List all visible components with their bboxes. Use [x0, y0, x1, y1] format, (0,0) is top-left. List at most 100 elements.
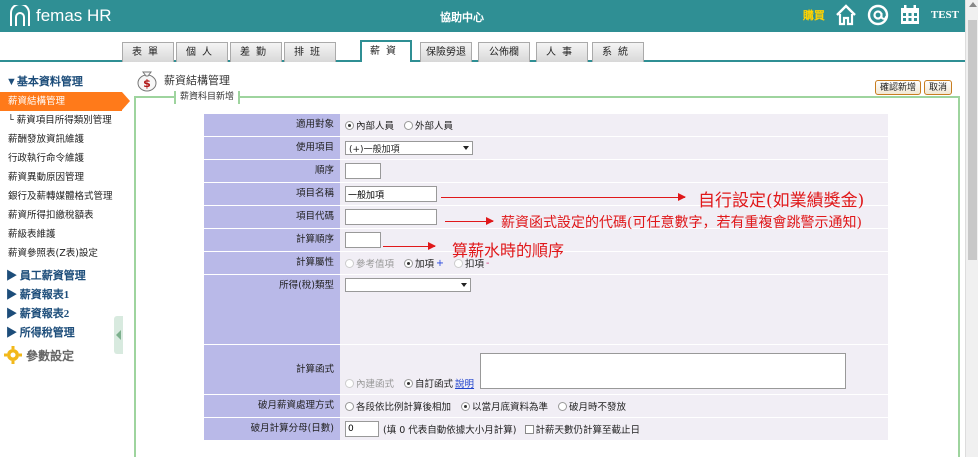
tab-attendance[interactable]: 差勤 — [230, 42, 282, 62]
calendar-icon[interactable] — [899, 4, 921, 26]
count-to-deadline-label: 計薪天數仍計算至截止日 — [535, 425, 641, 436]
order-label: 順序 — [204, 160, 340, 182]
custom-func-radio[interactable] — [404, 378, 414, 388]
plus-radio[interactable] — [404, 258, 414, 268]
page-title-text: 薪資結構管理 — [164, 74, 230, 87]
sidebar-group-income-tax[interactable]: ▶ 所得稅管理 — [0, 324, 122, 343]
tab-scheduling[interactable]: 排班 — [284, 42, 336, 62]
tax-type-select[interactable] — [345, 278, 471, 292]
tab-bulletin[interactable]: 公佈欄 — [478, 42, 530, 62]
row-tax-type: 所得(稅)類型 — [204, 275, 888, 345]
count-to-deadline-checkbox[interactable] — [524, 424, 534, 434]
chevron-down-icon — [461, 283, 467, 287]
order-note: 算薪水時的順序 — [452, 241, 565, 260]
partial-days-hint: (填 0 代表自動依據大小月計算) — [383, 425, 517, 436]
help-link[interactable]: 說明 — [455, 376, 474, 390]
sidebar-group-report1[interactable]: ▶ 薪資報表1 — [0, 286, 122, 305]
external-radio[interactable] — [404, 120, 414, 130]
item-code-input[interactable] — [345, 209, 437, 225]
plus-label: 加項 — [415, 259, 435, 270]
ref-value-radio[interactable] — [345, 258, 354, 268]
settings-label: 參數設定 — [26, 348, 75, 363]
code-note-arrow — [445, 217, 494, 225]
partial-month-label: 破月薪資處理方式 — [204, 395, 340, 417]
calc-attr-label: 計算屬性 — [204, 252, 340, 274]
partial-days-input[interactable] — [345, 421, 379, 437]
builtin-func-radio[interactable] — [345, 378, 354, 388]
ref-value-label: 參考值項 — [356, 259, 395, 270]
no-pay-radio[interactable] — [558, 401, 568, 411]
sidebar-item-reference-table[interactable]: 薪資參照表(Z表)設定 — [0, 244, 122, 263]
month-end-radio[interactable] — [461, 401, 471, 411]
help-center-link[interactable]: 協助中心 — [440, 9, 484, 25]
sidebar-item-income-category[interactable]: └ 薪資項目所得類別管理 — [0, 111, 122, 130]
tab-system[interactable]: 系統 — [592, 42, 644, 62]
row-order: 順序 — [204, 160, 888, 183]
partial-days-label: 破月計算分母(日數) — [204, 418, 340, 440]
item-code-label: 項目代碼 — [204, 206, 340, 228]
plus-sign: + — [436, 257, 444, 269]
name-note-arrow — [441, 193, 686, 201]
sidebar-item-payment-info[interactable]: 薪酬發放資訊維護 — [0, 130, 122, 149]
cancel-button[interactable]: 取消 — [923, 80, 952, 95]
sidebar-item-grade-table[interactable]: 薪級表維護 — [0, 225, 122, 244]
panel-legend: 薪資科目新增 — [174, 91, 241, 104]
order-note-arrow — [383, 242, 436, 250]
usage-select[interactable]: (+)一般加項 — [345, 141, 473, 155]
money-bag-icon: $ — [137, 71, 157, 92]
row-usage: 使用項目 (+)一般加項 — [204, 137, 888, 160]
chevron-down-icon — [463, 146, 469, 150]
sidebar-item-change-reason[interactable]: 薪資異動原因管理 — [0, 168, 122, 187]
row-calc-func: 計算函式 內建函式 自訂函式 說明 — [204, 345, 888, 395]
applies-to-label: 適用對象 — [204, 114, 340, 136]
page-scrollbar[interactable] — [965, 0, 978, 457]
sidebar-item-salary-structure[interactable]: 薪資結構管理 — [0, 92, 130, 111]
row-partial-days: 破月計算分母(日數) (填 0 代表自動依據大小月計算) 計薪天數仍計算至截止日 — [204, 418, 888, 441]
sidebar-item-bank-format[interactable]: 銀行及薪轉媒體格式管理 — [0, 187, 122, 206]
sidebar-group-report2[interactable]: ▶ 薪資報表2 — [0, 305, 122, 324]
tab-forms[interactable]: 表單 — [122, 42, 174, 62]
logo-icon — [10, 5, 30, 26]
usage-value: (+)一般加項 — [349, 144, 400, 155]
confirm-add-button[interactable]: 確認新增 — [874, 80, 921, 95]
name-note: 自行設定(如業績獎金) — [698, 191, 865, 211]
scroll-up-icon[interactable] — [969, 2, 977, 7]
logo-text: femas HR — [36, 6, 112, 25]
sidebar: ▼基本資料管理 薪資結構管理 └ 薪資項目所得類別管理 薪酬發放資訊維護 行政執… — [0, 64, 130, 367]
femas-logo[interactable]: femas HR — [8, 5, 112, 27]
internal-radio[interactable] — [345, 120, 354, 130]
sidebar-group-employee-salary[interactable]: ▶ 員工薪資管理 — [0, 267, 122, 286]
home-icon[interactable] — [835, 4, 857, 26]
top-bar: femas HR 協助中心 購買 TEST — [0, 0, 965, 32]
row-partial-month: 破月薪資處理方式 各段依比例計算後相加 以當月底資料為準 破月時不發放 — [204, 395, 888, 418]
user-name[interactable]: TEST — [931, 9, 959, 21]
code-note: 薪資函式設定的代碼(可任意數字，若有重複會跳警示通知) — [501, 215, 862, 231]
tab-personal[interactable]: 個人 — [176, 42, 228, 62]
sidebar-item-tax-table[interactable]: 薪資所得扣繳稅額表 — [0, 206, 122, 225]
tab-insurance[interactable]: 保險勞退 — [420, 42, 472, 62]
custom-func-label: 自訂函式 — [415, 379, 454, 390]
usage-label: 使用項目 — [204, 137, 340, 159]
row-applies-to: 適用對象 內部人員 外部人員 — [204, 114, 888, 137]
calc-order-input[interactable] — [345, 232, 381, 248]
builtin-func-label: 內建函式 — [356, 379, 395, 390]
tab-salary[interactable]: 薪資 — [360, 40, 412, 62]
calc-order-label: 計算順序 — [204, 229, 340, 251]
scroll-thumb[interactable] — [968, 20, 977, 260]
order-input[interactable] — [345, 163, 381, 179]
tab-hr[interactable]: 人事 — [536, 42, 588, 62]
sidebar-item-admin-order[interactable]: 行政執行命令維護 — [0, 149, 122, 168]
buy-link[interactable]: 購買 — [803, 7, 825, 23]
no-pay-label: 破月時不發放 — [569, 402, 627, 413]
sidebar-settings[interactable]: 參數設定 — [0, 343, 122, 367]
item-name-label: 項目名稱 — [204, 183, 340, 205]
main-tabs: 表單 個人 差勤 排班 薪資 保險勞退 公佈欄 人事 系統 — [0, 32, 965, 62]
sidebar-section-basic[interactable]: ▼基本資料管理 — [0, 64, 122, 92]
external-label: 外部人員 — [415, 121, 454, 132]
item-name-input[interactable] — [345, 186, 437, 202]
at-icon[interactable] — [867, 4, 889, 26]
proportional-radio[interactable] — [345, 401, 354, 411]
sidebar-collapse-handle[interactable] — [114, 316, 123, 354]
calc-func-textarea[interactable] — [480, 352, 847, 389]
svg-text:$: $ — [143, 77, 151, 90]
